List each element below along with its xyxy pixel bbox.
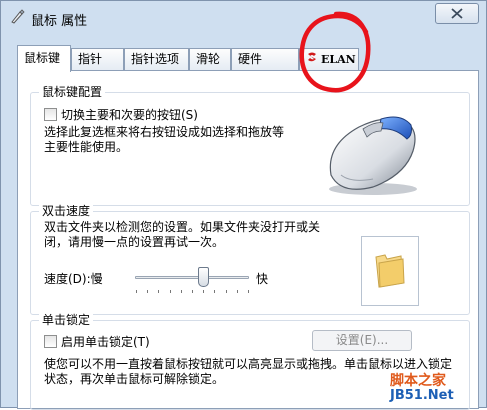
slider-tick <box>169 290 171 293</box>
tab-elan[interactable]: ELAN <box>299 48 359 71</box>
tab-label: 指针选项 <box>131 52 180 66</box>
speed-slider-track[interactable] <box>135 276 249 279</box>
fast-label: 快 <box>256 272 269 286</box>
speed-slider-thumb[interactable] <box>198 267 210 287</box>
button-config-group: 鼠标键配置 切换主要和次要的按钮(S) 选择此复选框来将右按钮设成如选择和拖放等… <box>30 84 470 206</box>
mouse-app-icon <box>9 9 25 25</box>
group-title: 鼠标键配置 <box>39 84 106 100</box>
tab-buttons[interactable]: 鼠标键 <box>17 45 71 72</box>
tab-label: 滑轮 <box>196 52 221 66</box>
checkbox-label: 启用单击锁定(T) <box>61 335 150 349</box>
tab-strip: 鼠标键 指针 指针选项 滑轮 硬件 ELAN <box>17 45 477 72</box>
slider-tick <box>203 290 205 293</box>
tab-label: 鼠标键 <box>24 51 61 65</box>
mouse-image <box>321 105 421 200</box>
tab-wheel[interactable]: 滑轮 <box>189 48 231 71</box>
checkbox-label: 切换主要和次要的按钮(S) <box>61 108 198 122</box>
elan-logo-icon <box>306 49 318 70</box>
slider-tick <box>225 290 227 293</box>
window-title: 鼠标 属性 <box>31 14 88 29</box>
double-click-speed-group: 双击速度 双击文件夹以检测您的设置。如果文件夹没打开或关闭，请用慢一点的设置再试… <box>30 203 470 315</box>
buttons-tab-panel: 鼠标键配置 切换主要和次要的按钮(S) 选择此复选框来将右按钮设成如选择和拖放等… <box>17 70 479 410</box>
checkbox-box[interactable] <box>44 108 57 121</box>
mouse-properties-window: 鼠标 属性 鼠标键 指针 指针选项 滑轮 硬件 ELAN 鼠标键配置 切换主要和… <box>0 0 487 410</box>
checkbox-box[interactable] <box>44 335 57 348</box>
speed-label: 速度(D):慢 <box>44 272 103 286</box>
group-title: 双击速度 <box>39 203 94 219</box>
tab-pointer-options[interactable]: 指针选项 <box>124 48 189 71</box>
folder-icon[interactable] <box>373 251 407 289</box>
close-icon <box>451 8 463 19</box>
test-folder-area[interactable] <box>361 236 419 306</box>
slider-tick <box>180 290 182 293</box>
title-bar: 鼠标 属性 <box>1 1 486 35</box>
site-watermark: 脚本之家 JB51.Net <box>390 370 454 403</box>
tab-pointers[interactable]: 指针 <box>71 48 124 71</box>
click-lock-settings-button[interactable]: 设置(E)... <box>312 330 412 351</box>
slider-tick <box>136 290 137 293</box>
group-title: 单击锁定 <box>39 312 94 328</box>
watermark-url: JB51.Net <box>390 388 454 403</box>
slider-tick <box>147 290 149 293</box>
slider-tick <box>158 290 160 293</box>
watermark-site-name: 脚本之家 <box>390 373 446 389</box>
double-click-description: 双击文件夹以检测您的设置。如果文件夹没打开或关闭，请用慢一点的设置再试一次。 <box>44 220 321 249</box>
slider-tick <box>248 290 249 293</box>
switch-buttons-checkbox[interactable]: 切换主要和次要的按钮(S) <box>44 106 198 123</box>
tab-label: 硬件 <box>238 52 263 66</box>
tab-label: ELAN <box>321 53 356 66</box>
tab-hardware[interactable]: 硬件 <box>231 48 299 71</box>
slider-tick <box>192 290 193 293</box>
button-config-description: 选择此复选框来将右按钮设成如选择和拖放等主要性能使用。 <box>44 125 285 154</box>
click-lock-checkbox[interactable]: 启用单击锁定(T) <box>44 333 150 350</box>
close-button[interactable] <box>435 3 479 24</box>
slider-tick <box>214 290 216 293</box>
slider-tick <box>236 290 238 293</box>
tab-label: 指针 <box>78 52 103 66</box>
